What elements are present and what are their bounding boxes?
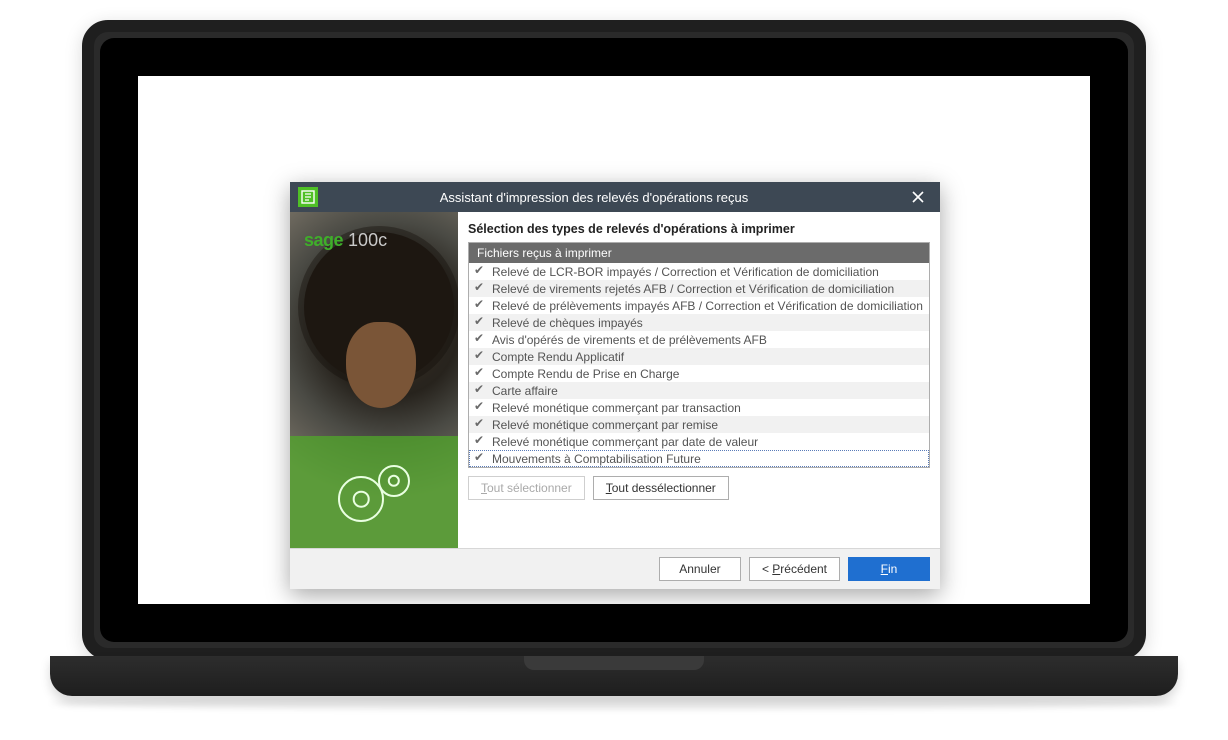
check-icon (475, 317, 486, 328)
check-icon (475, 368, 486, 379)
finish-button[interactable]: Fin (848, 557, 930, 581)
brand-text: sage (304, 230, 343, 250)
check-icon (475, 351, 486, 362)
wizard-footer: Annuler < Précédent Fin (290, 548, 940, 589)
list-item[interactable]: Relevé de chèques impayés (469, 314, 929, 331)
list-item-label: Compte Rendu de Prise en Charge (492, 367, 679, 381)
list-item-label: Relevé monétique commerçant par remise (492, 418, 718, 432)
gears-band (290, 436, 458, 548)
list-item-label: Relevé de virements rejetés AFB / Correc… (492, 282, 894, 296)
laptop-frame: Assistant d'impression des relevés d'opé… (82, 20, 1146, 660)
check-icon (475, 402, 486, 413)
laptop-base (50, 656, 1178, 696)
list-item[interactable]: Avis d'opérés de virements et de prélève… (469, 331, 929, 348)
list-item-label: Compte Rendu Applicatif (492, 350, 624, 364)
laptop-bezel: Assistant d'impression des relevés d'opé… (100, 38, 1128, 642)
wizard-side-panel: sage 100c (290, 212, 458, 548)
deselect-all-button[interactable]: Tout dessélectionner (593, 476, 729, 500)
check-icon (475, 385, 486, 396)
check-icon (475, 266, 486, 277)
list-item-label: Relevé monétique commerçant par date de … (492, 435, 758, 449)
list-item-label: Relevé de LCR-BOR impayés / Correction e… (492, 265, 879, 279)
check-icon (475, 300, 486, 311)
list-item-label: Relevé de chèques impayés (492, 316, 643, 330)
select-all-button: Tout sélectionner (468, 476, 585, 500)
check-icon (475, 283, 486, 294)
laptop-screen: Assistant d'impression des relevés d'opé… (138, 76, 1090, 604)
check-icon (475, 453, 486, 464)
previous-button[interactable]: < Précédent (749, 557, 840, 581)
list-item[interactable]: Compte Rendu Applicatif (469, 348, 929, 365)
cancel-button[interactable]: Annuler (659, 557, 741, 581)
list-item[interactable]: Relevé de LCR-BOR impayés / Correction e… (469, 263, 929, 280)
section-title: Sélection des types de relevés d'opérati… (468, 222, 930, 236)
close-button[interactable] (896, 182, 940, 212)
wizard-content: Sélection des types de relevés d'opérati… (458, 212, 940, 548)
list-item[interactable]: Relevé de prélèvements impayés AFB / Cor… (469, 297, 929, 314)
file-type-list[interactable]: Fichiers reçus à imprimer Relevé de LCR-… (468, 242, 930, 468)
list-item-label: Carte affaire (492, 384, 558, 398)
check-icon (475, 419, 486, 430)
dialog-body: sage 100c Sélection des types de relevés… (290, 212, 940, 548)
list-header: Fichiers reçus à imprimer (469, 243, 929, 263)
list-item[interactable]: Relevé monétique commerçant par date de … (469, 433, 929, 450)
list-item[interactable]: Mouvements à Comptabilisation Future (469, 450, 929, 467)
list-item-label: Relevé monétique commerçant par transact… (492, 401, 741, 415)
check-icon (475, 334, 486, 345)
check-icon (475, 436, 486, 447)
product-logo: sage 100c (304, 230, 387, 251)
list-item[interactable]: Compte Rendu de Prise en Charge (469, 365, 929, 382)
list-item-label: Mouvements à Comptabilisation Future (492, 452, 701, 466)
list-item[interactable]: Relevé monétique commerçant par remise (469, 416, 929, 433)
list-item[interactable]: Relevé monétique commerçant par transact… (469, 399, 929, 416)
titlebar: Assistant d'impression des relevés d'opé… (290, 182, 940, 212)
print-wizard-dialog: Assistant d'impression des relevés d'opé… (290, 182, 940, 589)
list-item-label: Relevé de prélèvements impayés AFB / Cor… (492, 299, 923, 313)
gear-icon (338, 476, 384, 522)
product-text: 100c (348, 230, 387, 250)
gear-icon (378, 465, 410, 497)
list-item[interactable]: Relevé de virements rejetés AFB / Correc… (469, 280, 929, 297)
list-item[interactable]: Carte affaire (469, 382, 929, 399)
dialog-title: Assistant d'impression des relevés d'opé… (292, 190, 896, 205)
list-item-label: Avis d'opérés de virements et de prélève… (492, 333, 767, 347)
